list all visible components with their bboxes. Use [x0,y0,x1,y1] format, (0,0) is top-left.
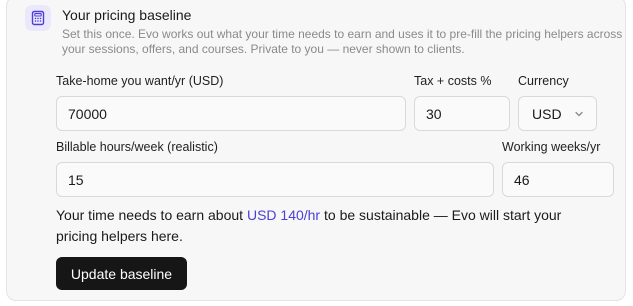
currency-value: USD [532,105,562,122]
take-home-value: 70000 [68,105,107,122]
section-description: Set this once. Evo works out what your t… [62,27,623,56]
working-weeks-input[interactable]: 46 [502,162,614,197]
update-baseline-button[interactable]: Update baseline [56,257,187,290]
currency-label: Currency [518,74,569,88]
tax-costs-input[interactable]: 30 [414,96,510,131]
billable-hours-label: Billable hours/week (realistic) [56,140,218,154]
chevron-down-icon [574,106,584,122]
take-home-label: Take-home you want/yr (USD) [56,74,224,88]
working-weeks-label: Working weeks/yr [502,140,601,154]
sustainable-rate-summary: Your time needs to earn about USD 140/hr… [56,205,596,247]
tax-costs-label: Tax + costs % [414,74,492,88]
billable-hours-input[interactable]: 15 [56,162,494,197]
calculator-icon [25,5,51,31]
currency-select[interactable]: USD [518,96,597,131]
working-weeks-value: 46 [514,171,530,188]
billable-hours-value: 15 [68,171,84,188]
summary-prefix: Your time needs to earn about [56,207,244,223]
hourly-rate: USD 140/hr [246,207,321,223]
take-home-input[interactable]: 70000 [56,96,406,131]
tax-costs-value: 30 [426,105,442,122]
pricing-baseline-card: Your pricing baseline Set this once. Evo… [6,0,626,301]
section-title: Your pricing baseline [62,7,192,23]
